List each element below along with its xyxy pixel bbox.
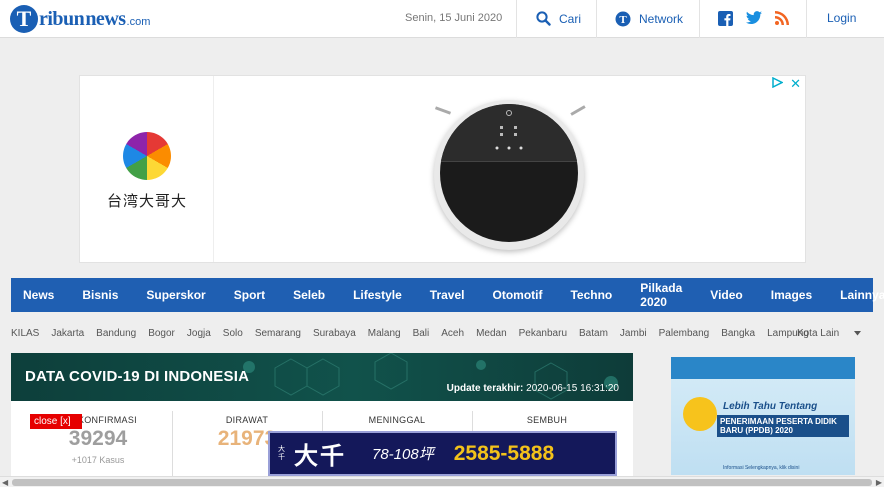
- scroll-right-icon[interactable]: ▶: [876, 477, 882, 487]
- city-link-malang[interactable]: Malang: [368, 328, 401, 342]
- stat-label: DIRAWAT: [225, 415, 269, 425]
- city-link-surabaya[interactable]: Surabaya: [313, 328, 356, 342]
- ad-close-button[interactable]: ✕: [790, 76, 801, 92]
- lightbulb-icon: [683, 397, 717, 431]
- city-link-palembang[interactable]: Palembang: [659, 328, 710, 342]
- city-link-kilas[interactable]: KILAS: [11, 328, 39, 342]
- nav-more-dropdown[interactable]: Lainnya: [826, 278, 884, 312]
- covid-stat-sembuh: SEMBUH: [472, 415, 622, 429]
- nav-item-lifestyle[interactable]: Lifestyle: [339, 278, 416, 312]
- ad-small-text: 大千: [278, 445, 285, 461]
- city-link-batam[interactable]: Batam: [579, 328, 608, 342]
- city-link-bandung[interactable]: Bandung: [96, 328, 136, 342]
- nav-item-news[interactable]: News: [11, 278, 68, 312]
- header-date: Senin, 15 Juni 2020: [405, 12, 503, 24]
- city-link-aceh[interactable]: Aceh: [441, 328, 464, 342]
- logo-news-text: news: [85, 7, 126, 30]
- nav-item-sport[interactable]: Sport: [220, 278, 279, 312]
- robot-vacuum-top-panel: [440, 104, 578, 162]
- header-divider: [806, 0, 807, 38]
- ad-brand-text: 台湾大哥大: [106, 193, 187, 210]
- covid-update-time: Update terakhir: 2020-06-15 16:31:20: [447, 383, 619, 394]
- sticky-bottom-advertisement[interactable]: 大千 大千 78-108坪 2585-5888: [268, 431, 617, 476]
- ad-brand-panel: 台湾大哥大: [80, 76, 214, 262]
- nav-item-pilkada-2020[interactable]: Pilkada 2020: [626, 278, 696, 312]
- city-navigation: KILAS Jakarta Bandung Bogor Jogja Solo Semaran…: [11, 328, 873, 342]
- nav-more-label: Lainnya: [840, 288, 884, 302]
- side-ad-headline: PENERIMAAN PESERTA DIDIK BARU (PPDB) 202…: [717, 415, 849, 437]
- ad-phone-number: 2585-5888: [453, 441, 555, 465]
- login-button[interactable]: Login: [827, 11, 856, 25]
- ad-choices-icon[interactable]: [772, 76, 784, 91]
- nav-item-seleb[interactable]: Seleb: [279, 278, 339, 312]
- main-navigation: News Bisnis Superskor Sport Seleb Lifestyle Tr…: [11, 278, 884, 312]
- ad-brand-name: 大千: [294, 444, 346, 470]
- search-label: Cari: [559, 11, 582, 26]
- city-link-jogja[interactable]: Jogja: [187, 328, 211, 342]
- nav-item-otomotif[interactable]: Otomotif: [478, 278, 556, 312]
- nav-item-travel[interactable]: Travel: [416, 278, 479, 312]
- covid-stat-meninggal: MENINGGAL: [322, 415, 472, 429]
- robot-vacuum-body: [440, 104, 578, 242]
- stat-label: MENINGGAL: [368, 415, 426, 425]
- svg-text:T: T: [619, 14, 627, 26]
- logo-text: ribun: [39, 7, 85, 30]
- site-header: T ribun news .com Senin, 15 Juni 2020 Ca…: [0, 0, 884, 38]
- social-links: [718, 11, 789, 31]
- stat-label: SEMBUH: [526, 415, 568, 425]
- nav-item-bisnis[interactable]: Bisnis: [68, 278, 132, 312]
- facebook-icon[interactable]: [718, 11, 733, 31]
- ad-size-range: 78-108坪: [372, 446, 434, 463]
- login-label: Login: [827, 11, 857, 25]
- top-advertisement[interactable]: 台湾大哥大 ✕: [79, 75, 806, 263]
- scrollbar-thumb[interactable]: [12, 479, 872, 486]
- brand-logo-icon: [123, 132, 171, 180]
- city-more-label: Kota Lain: [796, 328, 840, 339]
- city-link-jakarta[interactable]: Jakarta: [51, 328, 84, 342]
- nav-item-superskor[interactable]: Superskor: [132, 278, 219, 312]
- search-icon: [536, 11, 551, 26]
- logo-com-text: .com: [126, 16, 151, 28]
- nav-item-video[interactable]: Video: [696, 278, 756, 312]
- search-button[interactable]: Cari: [536, 11, 581, 26]
- city-link-medan[interactable]: Medan: [476, 328, 507, 342]
- city-link-bali[interactable]: Bali: [413, 328, 430, 342]
- header-divider: [596, 0, 597, 38]
- covid-update-value: 2020-06-15 16:31:20: [526, 383, 619, 394]
- rss-icon[interactable]: [775, 11, 789, 31]
- side-ad-tagline: Lebih Tahu Tentang: [723, 401, 818, 412]
- city-link-bogor[interactable]: Bogor: [148, 328, 175, 342]
- nav-item-techno[interactable]: Techno: [556, 278, 626, 312]
- city-link-solo[interactable]: Solo: [223, 328, 243, 342]
- covid-banner: DATA COVID-19 DI INDONESIA Update terakh…: [11, 353, 633, 401]
- side-advertisement[interactable]: Lebih Tahu Tentang PENERIMAAN PESERTA DI…: [671, 357, 855, 475]
- city-link-jambi[interactable]: Jambi: [620, 328, 647, 342]
- scroll-left-icon[interactable]: ◀: [2, 477, 8, 487]
- city-link-semarang[interactable]: Semarang: [255, 328, 301, 342]
- network-logo-icon: T: [615, 11, 631, 27]
- city-link-bangka[interactable]: Bangka: [721, 328, 755, 342]
- logo-t-mark: T: [10, 5, 38, 33]
- city-more-dropdown[interactable]: Kota Lain: [797, 328, 873, 339]
- network-button[interactable]: T Network: [615, 11, 683, 27]
- network-label: Network: [639, 12, 684, 26]
- header-divider: [516, 0, 517, 38]
- close-sticky-ad-button[interactable]: close [x]: [30, 414, 82, 429]
- nav-item-images[interactable]: Images: [757, 278, 826, 312]
- chevron-down-icon: [854, 328, 861, 339]
- side-ad-footer: Informasi Selengkapnya, klik disini: [723, 465, 800, 471]
- covid-update-label: Update terakhir:: [446, 383, 524, 394]
- twitter-icon[interactable]: [746, 11, 762, 31]
- city-link-pekanbaru[interactable]: Pekanbaru: [519, 328, 567, 342]
- stat-value: 39294: [68, 427, 128, 450]
- site-logo[interactable]: T ribun news .com: [10, 4, 150, 34]
- horizontal-scrollbar[interactable]: ◀ ▶: [0, 476, 884, 487]
- covid-title: DATA COVID-19 DI INDONESIA: [25, 368, 250, 385]
- header-divider: [699, 0, 700, 38]
- stat-change: +1017 Kasus: [71, 455, 125, 465]
- side-ad-header: [671, 357, 855, 379]
